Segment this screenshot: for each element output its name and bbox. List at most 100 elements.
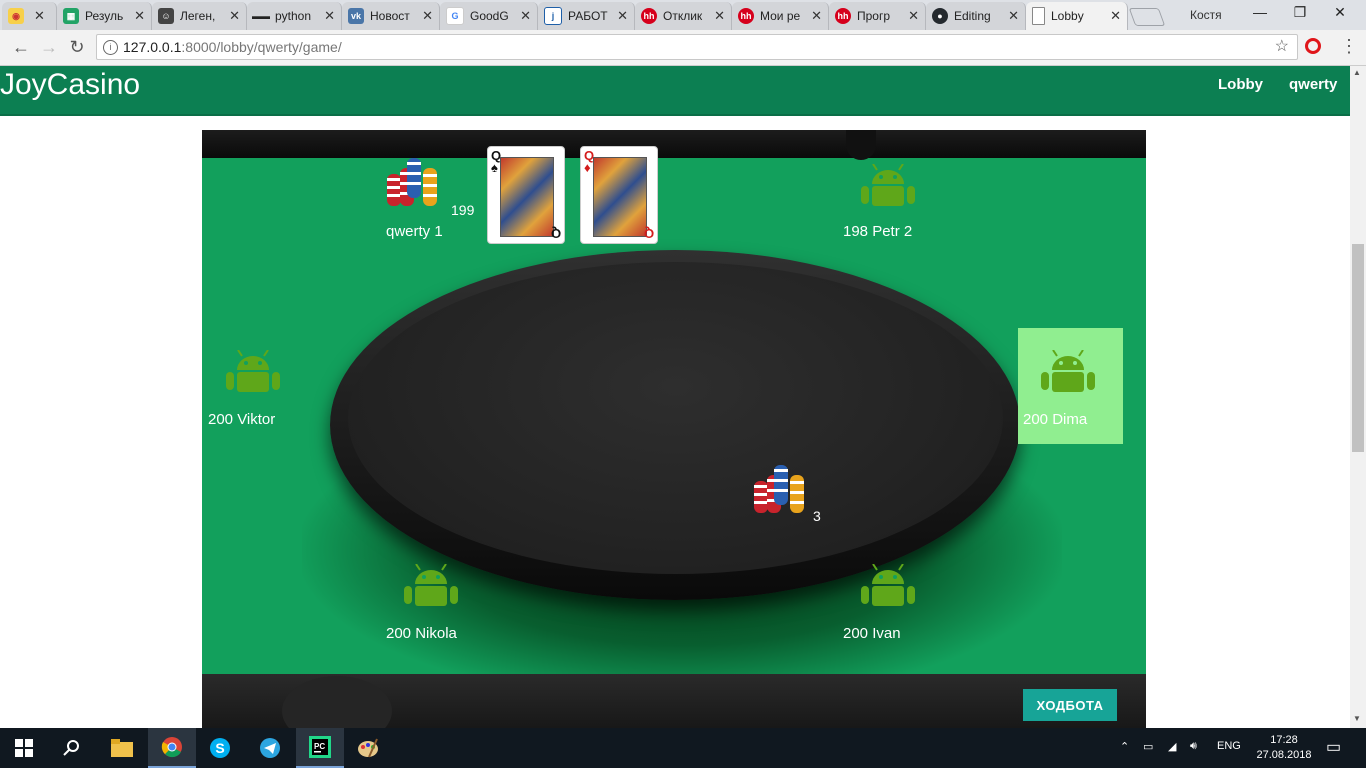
windows-taskbar: S PC ⌃ ▭ ◢ 🔊︎ ENG 17:28 27.08.2018 ▭: [0, 728, 1366, 768]
brand-logo[interactable]: JoyCasino: [0, 68, 140, 102]
table-bottom-bar: ХОДБОТА: [202, 674, 1146, 728]
close-icon[interactable]: ✕: [908, 8, 919, 24]
queen-face-icon: [593, 157, 647, 237]
tab-title: Editing: [954, 9, 991, 23]
seat-label-nikola: 200 Nikola: [386, 625, 457, 642]
close-icon[interactable]: ✕: [520, 8, 531, 24]
nav-lobby-link[interactable]: Lobby: [1218, 76, 1263, 93]
android-avatar-icon: [218, 349, 288, 401]
card-suit: ♦: [584, 160, 591, 175]
page-viewport: JoyCasino Lobby qwerty 199 qwerty 1 Q ♠ …: [0, 66, 1350, 728]
tab-title: Мои ре: [760, 9, 801, 23]
address-bar[interactable]: i 127.0.0.1:8000/lobby/qwerty/game/ ☆: [96, 34, 1298, 60]
tab-title: Резуль: [85, 9, 124, 23]
battery-icon[interactable]: ▭: [1143, 740, 1153, 753]
browser-tab[interactable]: j РАБОТ ✕: [538, 2, 635, 30]
pycharm-icon[interactable]: PC: [296, 728, 344, 768]
hh-icon: hh: [641, 8, 657, 24]
menu-icon[interactable]: ⋮: [1340, 36, 1358, 57]
dealer-button: [846, 130, 876, 160]
restore-icon[interactable]: ❐: [1280, 4, 1320, 24]
close-icon[interactable]: ✕: [34, 8, 45, 24]
reload-icon[interactable]: ↻: [66, 37, 88, 58]
close-icon[interactable]: ✕: [714, 8, 725, 24]
seat-label-dima: 200 Dima: [1023, 411, 1088, 428]
sheets-icon: ▦: [63, 8, 79, 24]
scrollbar-thumb[interactable]: [1352, 244, 1364, 452]
browser-tab[interactable]: hh Отклик ✕: [635, 2, 732, 30]
wifi-icon[interactable]: ◢: [1168, 740, 1176, 753]
search-icon[interactable]: [48, 728, 96, 768]
browser-tab-active[interactable]: Lobby ✕: [1026, 2, 1128, 30]
close-icon[interactable]: ✕: [134, 8, 145, 24]
poker-table: 199 qwerty 1 Q ♠ Q Q ♦ Q 198 Petr 2 200 …: [202, 130, 1146, 728]
close-icon[interactable]: ✕: [1110, 8, 1121, 24]
site-navbar: JoyCasino Lobby qwerty: [0, 66, 1350, 116]
seat-label-qwerty: qwerty 1: [386, 223, 443, 240]
hh-icon: hh: [738, 8, 754, 24]
browser-tab[interactable]: ▬▬ python ✕: [247, 2, 342, 30]
paint-icon[interactable]: [344, 728, 392, 768]
scroll-up-icon[interactable]: ▲: [1353, 68, 1361, 77]
hole-card: Q ♦ Q: [580, 146, 658, 244]
browser-tab[interactable]: vk Новост ✕: [342, 2, 440, 30]
avatar-icon: ☺: [158, 8, 174, 24]
close-icon[interactable]: ✕: [422, 8, 433, 24]
bot-move-button[interactable]: ХОДБОТА: [1023, 689, 1117, 721]
telegram-icon[interactable]: [246, 728, 294, 768]
close-icon[interactable]: ✕: [324, 8, 335, 24]
close-icon[interactable]: ✕: [617, 8, 628, 24]
seat-chip-count: 199: [451, 202, 475, 218]
profile-name[interactable]: Костя: [1190, 8, 1222, 22]
browser-tab[interactable]: ● Editing ✕: [926, 2, 1026, 30]
queen-face-icon: [500, 157, 554, 237]
card-rank-bottom: Q: [550, 226, 561, 241]
chrome-icon[interactable]: [148, 728, 196, 768]
browser-tab[interactable]: ◉ ✕: [2, 2, 57, 30]
windows-start-icon[interactable]: [0, 728, 48, 768]
tab-title: Леген,: [180, 9, 216, 23]
svg-text:S: S: [215, 740, 224, 756]
page-scrollbar[interactable]: ▲ ▼: [1350, 66, 1366, 728]
seat-label-viktor: 200 Viktor: [208, 411, 276, 428]
browser-toolbar: ← → ↻ i 127.0.0.1:8000/lobby/qwerty/game…: [0, 30, 1366, 66]
skype-icon[interactable]: S: [196, 728, 244, 768]
volume-icon[interactable]: 🔊︎: [1190, 740, 1197, 753]
minimize-icon[interactable]: —: [1240, 4, 1280, 24]
info-icon[interactable]: i: [103, 40, 118, 55]
browser-tab[interactable]: hh Прогр ✕: [829, 2, 926, 30]
scroll-down-icon[interactable]: ▼: [1353, 714, 1361, 723]
clock-date: 27.08.2018: [1256, 749, 1312, 761]
close-icon[interactable]: ✕: [1008, 8, 1019, 24]
browser-tab-strip: ◉ ✕ ▦ Резуль ✕ ☺ Леген, ✕ ▬▬ python ✕ vk…: [0, 0, 1366, 30]
browser-tab[interactable]: hh Мои ре ✕: [732, 2, 829, 30]
browser-tab[interactable]: G GoodG ✕: [440, 2, 538, 30]
browser-tab[interactable]: ☺ Леген, ✕: [152, 2, 247, 30]
close-icon[interactable]: ✕: [811, 8, 822, 24]
notifications-icon[interactable]: ▭: [1326, 737, 1341, 757]
back-icon[interactable]: ←: [10, 37, 32, 58]
bookmark-star-icon[interactable]: ☆: [1275, 35, 1289, 59]
chip-stack-icon: [387, 156, 445, 213]
tab-title: GoodG: [470, 9, 509, 23]
github-icon: ●: [932, 8, 948, 24]
close-window-icon[interactable]: ✕: [1320, 4, 1360, 24]
android-avatar-icon: [853, 163, 923, 215]
opera-icon[interactable]: [1305, 38, 1321, 54]
vk-icon: vk: [348, 8, 364, 24]
pot-amount: 3: [813, 508, 821, 524]
language-indicator[interactable]: ENG: [1217, 740, 1241, 752]
nav-user-link[interactable]: qwerty: [1289, 76, 1337, 93]
tray-chevron-icon[interactable]: ⌃: [1120, 740, 1129, 753]
seat-label-petr: 198 Petr 2: [843, 223, 913, 240]
file-explorer-icon[interactable]: [98, 728, 146, 768]
close-icon[interactable]: ✕: [229, 8, 240, 24]
taskbar-clock[interactable]: 17:28 27.08.2018: [1254, 733, 1314, 763]
j-icon: j: [544, 7, 562, 25]
android-avatar-icon: [853, 563, 923, 615]
browser-tab[interactable]: ▦ Резуль ✕: [57, 2, 152, 30]
page-icon: [1032, 7, 1045, 25]
table-top-band: [202, 130, 1146, 158]
new-tab-button[interactable]: [1128, 8, 1166, 26]
forward-icon[interactable]: →: [38, 37, 60, 58]
